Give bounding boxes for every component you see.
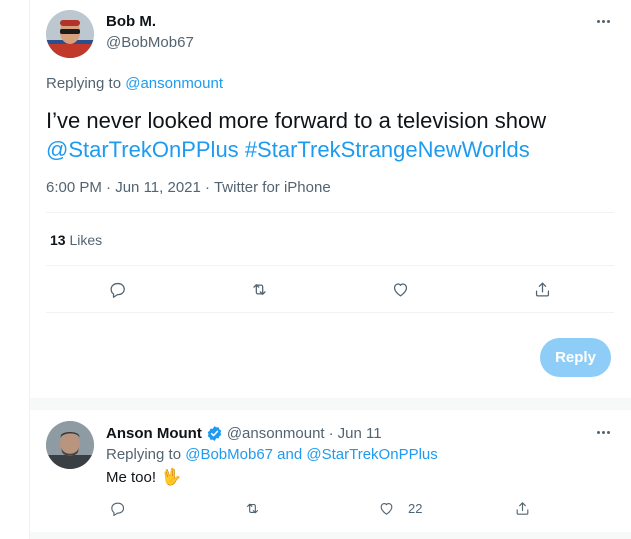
- reply-replying-and: and: [277, 446, 303, 463]
- retweet-icon[interactable]: [247, 277, 271, 301]
- reply-replying-to-line: Replying to @BobMob67 and @StarTrekOnPPl…: [106, 446, 438, 463]
- likes-count: 13: [50, 232, 66, 248]
- tweet-text: I’ve never looked more forward to a tele…: [46, 106, 616, 164]
- verified-badge-icon: [206, 425, 223, 442]
- vulcan-salute-emoji: 🖖: [161, 469, 181, 486]
- reply-author-name[interactable]: Anson Mount: [106, 425, 202, 442]
- replying-to-prefix: Replying to: [46, 75, 122, 92]
- divider-1: [46, 212, 614, 213]
- reply-text-content: Me too!: [106, 468, 157, 486]
- reply-share-icon[interactable]: [510, 496, 534, 520]
- avatar-anson-image: [46, 421, 94, 469]
- reply-like-icon[interactable]: [374, 496, 398, 520]
- avatar-anson[interactable]: [46, 421, 94, 469]
- reply-header: Anson Mount @ansonmount · Jun 11: [106, 425, 382, 442]
- reply-more-options-icon[interactable]: [593, 425, 613, 439]
- avatar-bob[interactable]: [46, 10, 94, 58]
- reply-retweet-icon[interactable]: [240, 496, 264, 520]
- tweet-author-handle[interactable]: @BobMob67: [106, 34, 194, 51]
- likes-stat[interactable]: 13 Likes: [50, 232, 102, 248]
- reply-reply-icon[interactable]: [105, 496, 129, 520]
- more-options-icon[interactable]: [593, 14, 613, 28]
- section-separator: [30, 398, 631, 410]
- replying-to-mention[interactable]: @ansonmount: [125, 75, 223, 92]
- tweet-source[interactable]: Twitter for iPhone: [214, 179, 331, 196]
- tweet-column: Bob M. @BobMob67 Replying to @ansonmount…: [29, 0, 631, 539]
- tweet-mention-link[interactable]: @StarTrekOnPPlus: [46, 137, 239, 162]
- tweet-time[interactable]: 6:00 PM: [46, 179, 102, 196]
- replying-to-line: Replying to @ansonmount: [46, 75, 223, 92]
- bottom-edge: [30, 532, 631, 539]
- likes-label: Likes: [69, 232, 103, 248]
- reply-mention-2[interactable]: @StarTrekOnPPlus: [306, 446, 437, 463]
- reply-mention-1[interactable]: @BobMob67: [185, 446, 273, 463]
- reply-icon[interactable]: [105, 277, 129, 301]
- divider-2: [46, 265, 614, 266]
- reply-date[interactable]: Jun 11: [338, 425, 382, 442]
- like-icon[interactable]: [388, 277, 412, 301]
- avatar-bob-image: [46, 10, 94, 58]
- tweet-metadata: 6:00 PM · Jun 11, 2021 · Twitter for iPh…: [46, 179, 331, 196]
- reply-text: Me too! 🖖: [106, 467, 181, 487]
- tweet-text-line1: I’ve never looked more forward to a tele…: [46, 108, 547, 133]
- reply-like-count: 22: [408, 501, 423, 516]
- divider-3: [46, 312, 614, 313]
- reply-replying-prefix: Replying to: [106, 446, 182, 463]
- reply-button[interactable]: Reply: [540, 338, 611, 377]
- tweet-author-name[interactable]: Bob M.: [106, 13, 156, 30]
- tweet-date[interactable]: Jun 11, 2021: [115, 179, 201, 196]
- reply-author-handle[interactable]: @ansonmount: [227, 425, 325, 442]
- tweet-hashtag-link[interactable]: #StarTrekStrangeNewWorlds: [245, 137, 530, 162]
- share-icon[interactable]: [530, 277, 554, 301]
